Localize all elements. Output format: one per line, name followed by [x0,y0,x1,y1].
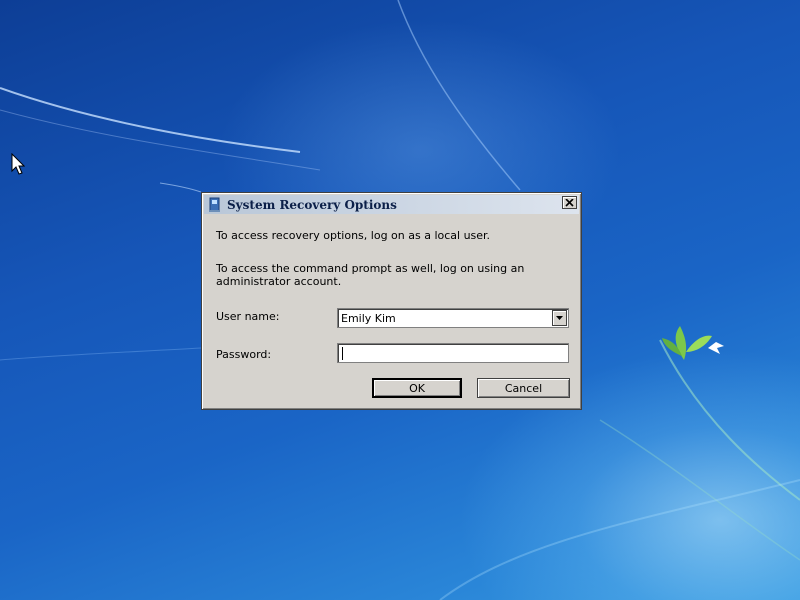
dialog-titlebar[interactable]: System Recovery Options [204,195,579,214]
password-field[interactable] [337,343,569,363]
text-caret [342,347,343,360]
plant-sprout-icon [662,326,712,360]
recovery-computer-icon [209,197,220,212]
mouse-pointer-icon [11,153,25,175]
close-icon [565,198,574,207]
username-select[interactable]: Emily Kim [337,308,569,328]
bird-icon [708,342,724,354]
username-label: User name: [216,310,280,323]
desktop-background: System Recovery Options To access recove… [0,0,800,600]
ok-button[interactable]: OK [372,378,462,398]
close-button[interactable] [562,196,577,209]
username-selected-value: Emily Kim [341,312,396,325]
cancel-button[interactable]: Cancel [477,378,570,398]
chevron-down-icon [556,316,563,320]
local-user-message: To access recovery options, log on as a … [216,229,491,242]
username-dropdown-button[interactable] [552,310,567,326]
dialog-title: System Recovery Options [227,197,397,212]
password-label: Password: [216,348,272,361]
administrator-message: To access the command prompt as well, lo… [216,262,525,288]
system-recovery-dialog: System Recovery Options To access recove… [201,192,582,410]
